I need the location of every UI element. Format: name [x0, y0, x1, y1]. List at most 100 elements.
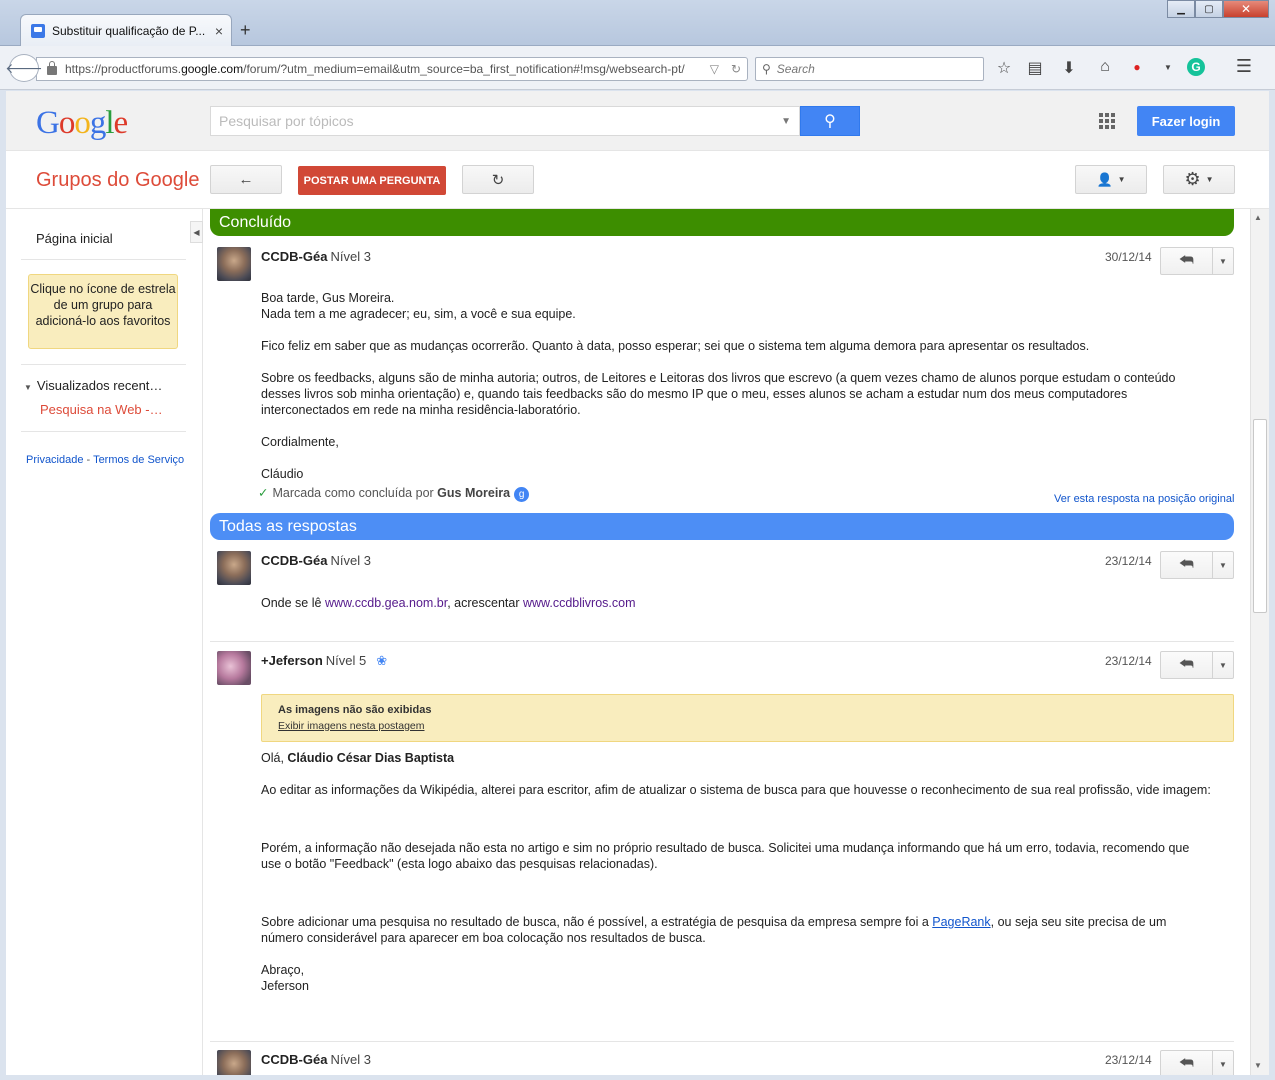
- post-date: 30/12/14: [1105, 250, 1152, 264]
- pagerank-link[interactable]: PageRank: [932, 915, 990, 929]
- post-author: CCDB-Géa Nível 3: [261, 249, 371, 264]
- avatar[interactable]: [217, 1050, 251, 1075]
- window-close-button[interactable]: ✕: [1223, 0, 1269, 18]
- bookmark-star-icon[interactable]: ☆: [993, 58, 1015, 78]
- images-hidden-notice: As imagens não são exibidas Exibir image…: [261, 694, 1234, 742]
- marked-complete-note: ✓ Marcada como concluída por Gus Moreira g: [258, 485, 530, 502]
- reply-button-group: ⮪ ▼: [1160, 1050, 1234, 1075]
- author-name[interactable]: CCDB-Géa: [261, 249, 327, 264]
- author-level: Nível 3: [330, 553, 371, 568]
- sidebar-divider: [21, 259, 186, 260]
- chevron-down-icon[interactable]: ▼: [1213, 1051, 1233, 1075]
- groups-title[interactable]: Grupos do Google: [36, 169, 199, 192]
- tab-close-icon[interactable]: ×: [215, 23, 223, 39]
- show-images-link[interactable]: Exibir imagens nesta postagem: [278, 720, 1217, 732]
- scrollbar[interactable]: ▲ ▼: [1250, 209, 1269, 1075]
- author-level: Nível 3: [330, 249, 371, 264]
- post-body: Olá, Cláudio César Dias Baptista Ao edit…: [261, 751, 1211, 993]
- search-button[interactable]: ⚲: [800, 106, 860, 136]
- link-ccdblivros[interactable]: www.ccdblivros.com: [523, 596, 636, 610]
- post-author: +Jeferson Nível 5 ❀: [261, 653, 387, 669]
- url-bar[interactable]: https://productforums.google.com/forum/?…: [36, 57, 748, 81]
- chevron-down-icon[interactable]: ▼: [1213, 652, 1233, 678]
- groups-toolbar: Grupos do Google ← POSTAR UMA PERGUNTA ↻…: [6, 151, 1269, 209]
- extension-icon[interactable]: ●: [1126, 60, 1148, 74]
- top-contributor-badge-icon: ❀: [376, 653, 388, 668]
- thread-content: Concluído CCDB-Géa Nível 3 30/12/14 ⮪ ▼ Bo…: [210, 209, 1240, 1075]
- chevron-down-icon[interactable]: ▼: [1213, 552, 1233, 578]
- reading-list-icon[interactable]: ▤: [1024, 58, 1046, 78]
- home-icon[interactable]: ⌂: [1094, 58, 1116, 76]
- member-button[interactable]: 👤 ▼: [1075, 165, 1147, 194]
- back-button[interactable]: 🡐: [5, 54, 43, 82]
- reply-all-icon[interactable]: ⮪: [1161, 1051, 1213, 1075]
- privacy-link[interactable]: Privacidade: [26, 454, 83, 466]
- sidebar-item-home[interactable]: Página inicial: [36, 231, 113, 246]
- author-name[interactable]: +Jeferson: [261, 653, 323, 668]
- triangle-down-icon: ▼: [24, 383, 32, 392]
- scrollbar-thumb[interactable]: [1253, 419, 1267, 613]
- post-body: Onde se lê www.ccdb.gea.nom.br, acrescen…: [261, 596, 636, 610]
- reply-button-group: ⮪ ▼: [1160, 651, 1234, 679]
- post-date: 23/12/14: [1105, 654, 1152, 668]
- avatar[interactable]: [217, 651, 251, 685]
- sidebar-divider: [21, 364, 186, 365]
- login-button[interactable]: Fazer login: [1137, 106, 1235, 136]
- groups-favicon-icon: [31, 23, 45, 38]
- terms-link[interactable]: Termos de Serviço: [93, 454, 184, 466]
- reply-all-icon[interactable]: ⮪: [1161, 248, 1213, 274]
- post-author: CCDB-Géa Nível 3: [261, 1052, 371, 1067]
- reply-all-icon[interactable]: ⮪: [1161, 552, 1213, 578]
- avatar[interactable]: [217, 551, 251, 585]
- browser-tab[interactable]: Substituir qualificação de P... ×: [20, 14, 232, 46]
- dropdown-icon[interactable]: ▽: [710, 62, 719, 76]
- sidebar-item-web-search[interactable]: Pesquisa na Web -…: [40, 402, 163, 417]
- apps-grid-icon[interactable]: [1099, 113, 1115, 129]
- section-concluded: Concluído: [210, 209, 1234, 236]
- reply-all-icon[interactable]: ⮪: [1161, 652, 1213, 678]
- maximize-button[interactable]: ▢: [1195, 0, 1223, 18]
- chevron-down-icon[interactable]: ▼: [1213, 248, 1233, 274]
- link-ccdb-gea[interactable]: www.ccdb.gea.nom.br: [325, 596, 447, 610]
- recently-viewed-header[interactable]: ▼ Visualizados recent…: [24, 378, 162, 393]
- arrow-left-icon: ←: [238, 171, 254, 188]
- window-controls: ▁ ▢ ✕: [1167, 0, 1269, 18]
- topic-search-input[interactable]: Pesquisar por tópicos ▼: [210, 106, 800, 136]
- marked-by-user[interactable]: Gus Moreira: [437, 486, 510, 500]
- extension-menu-icon[interactable]: ▼: [1157, 63, 1179, 72]
- gear-icon: ⚙: [1184, 169, 1201, 189]
- post-body: Boa tarde, Gus Moreira. Nada tem a me agr…: [261, 291, 1176, 481]
- new-tab-button[interactable]: +: [240, 20, 251, 41]
- sidebar-collapse-icon[interactable]: ◀: [190, 221, 203, 243]
- search-icon: ⚲: [824, 113, 836, 130]
- post-divider: [210, 1041, 1234, 1042]
- author-name[interactable]: CCDB-Géa: [261, 1052, 327, 1067]
- view-original-link[interactable]: Ver esta resposta na posição original: [1054, 493, 1234, 505]
- post-question-button[interactable]: POSTAR UMA PERGUNTA: [298, 166, 446, 195]
- chevron-down-icon: ▼: [1205, 175, 1214, 184]
- reply-button-group: ⮪ ▼: [1160, 551, 1234, 579]
- sidebar: Página inicial ◀ Clique no ícone de estr…: [6, 209, 203, 1075]
- back-to-list-button[interactable]: ←: [210, 165, 282, 194]
- menu-hamburger-icon[interactable]: ☰: [1233, 56, 1255, 77]
- scroll-down-icon[interactable]: ▼: [1254, 1061, 1262, 1070]
- settings-button[interactable]: ⚙ ▼: [1163, 165, 1235, 194]
- google-logo[interactable]: Google: [36, 105, 128, 142]
- images-hidden-title: As imagens não são exibidas: [278, 704, 432, 716]
- check-icon: ✓: [258, 486, 269, 500]
- scroll-up-icon[interactable]: ▲: [1254, 213, 1262, 222]
- tab-title: Substituir qualificação de P...: [52, 23, 206, 38]
- minimize-button[interactable]: ▁: [1167, 0, 1195, 18]
- arrow-left-icon: 🡐: [5, 59, 43, 76]
- download-icon[interactable]: ⬇: [1058, 58, 1080, 78]
- refresh-icon: ↻: [491, 171, 505, 189]
- grammarly-icon[interactable]: G: [1187, 58, 1205, 76]
- google-plus-icon[interactable]: g: [514, 487, 530, 502]
- reload-icon[interactable]: ↻: [731, 62, 741, 76]
- avatar[interactable]: [217, 247, 251, 281]
- search-options-chevron-icon[interactable]: ▼: [781, 116, 791, 127]
- refresh-button[interactable]: ↻: [462, 165, 534, 194]
- browser-search-input[interactable]: ⚲ Search: [755, 57, 984, 81]
- author-name[interactable]: CCDB-Géa: [261, 553, 327, 568]
- author-level: Nível 3: [330, 1052, 371, 1067]
